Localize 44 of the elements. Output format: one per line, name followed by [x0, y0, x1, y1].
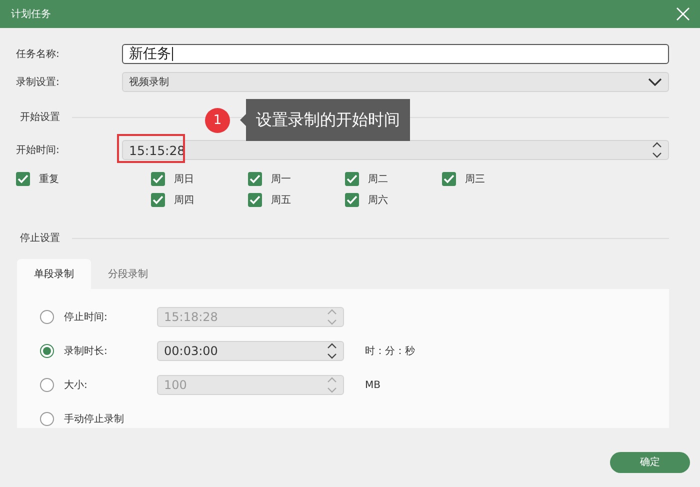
task-name-field[interactable]: 新任务 [122, 44, 669, 64]
step-number-badge: 1 [205, 108, 230, 132]
checkbox-label: 周一 [271, 173, 291, 186]
checkbox-label: 周三 [465, 173, 485, 186]
section-title: 开始设置 [20, 110, 60, 124]
unit-label: MB [365, 380, 380, 390]
close-icon[interactable] [676, 7, 690, 21]
record-setting-dropdown[interactable]: 视频录制 [122, 72, 669, 92]
field-label: 录制设置: [16, 76, 60, 89]
checkbox[interactable] [16, 172, 30, 186]
option-label: 手动停止录制 [64, 412, 125, 426]
spinner-icon[interactable] [652, 142, 662, 158]
start-time-field[interactable]: 15:15:28 [122, 140, 669, 160]
checkbox[interactable] [345, 172, 359, 186]
checkbox-label: 周二 [368, 173, 388, 186]
window-title: 计划任务 [11, 8, 51, 21]
checkbox[interactable] [151, 172, 165, 186]
field-label: 开始时间: [16, 144, 60, 157]
tab[interactable]: 单段录制 [17, 259, 91, 289]
checkbox[interactable] [345, 193, 359, 207]
radio-button[interactable] [40, 412, 54, 426]
checkbox-label: 重复 [39, 172, 59, 186]
chevron-down-icon [648, 78, 662, 86]
option-label: 停止时间: [64, 310, 108, 324]
section-title: 停止设置 [20, 232, 60, 245]
radio-button[interactable] [40, 378, 54, 392]
checkbox-label: 周六 [368, 194, 388, 207]
spin-field[interactable]: 00:03:00 [157, 341, 344, 361]
option-label: 大小: [64, 378, 88, 392]
confirm-button[interactable]: 确定 [610, 452, 690, 472]
checkbox[interactable] [248, 193, 262, 207]
checkbox-label: 周四 [174, 194, 194, 207]
radio-button[interactable] [40, 344, 54, 358]
tooltip: 设置录制的开始时间 [240, 99, 410, 141]
checkbox[interactable] [442, 172, 456, 186]
checkbox[interactable] [248, 172, 262, 186]
spinner-icon[interactable] [327, 343, 337, 359]
option-label: 录制时长: [64, 344, 108, 358]
unit-label: 时：分：秒 [365, 344, 415, 358]
checkbox-label: 周日 [174, 173, 194, 186]
checkbox[interactable] [151, 193, 165, 207]
field-label: 任务名称: [16, 48, 60, 61]
checkbox-label: 周五 [271, 194, 291, 207]
radio-button[interactable] [40, 310, 54, 324]
